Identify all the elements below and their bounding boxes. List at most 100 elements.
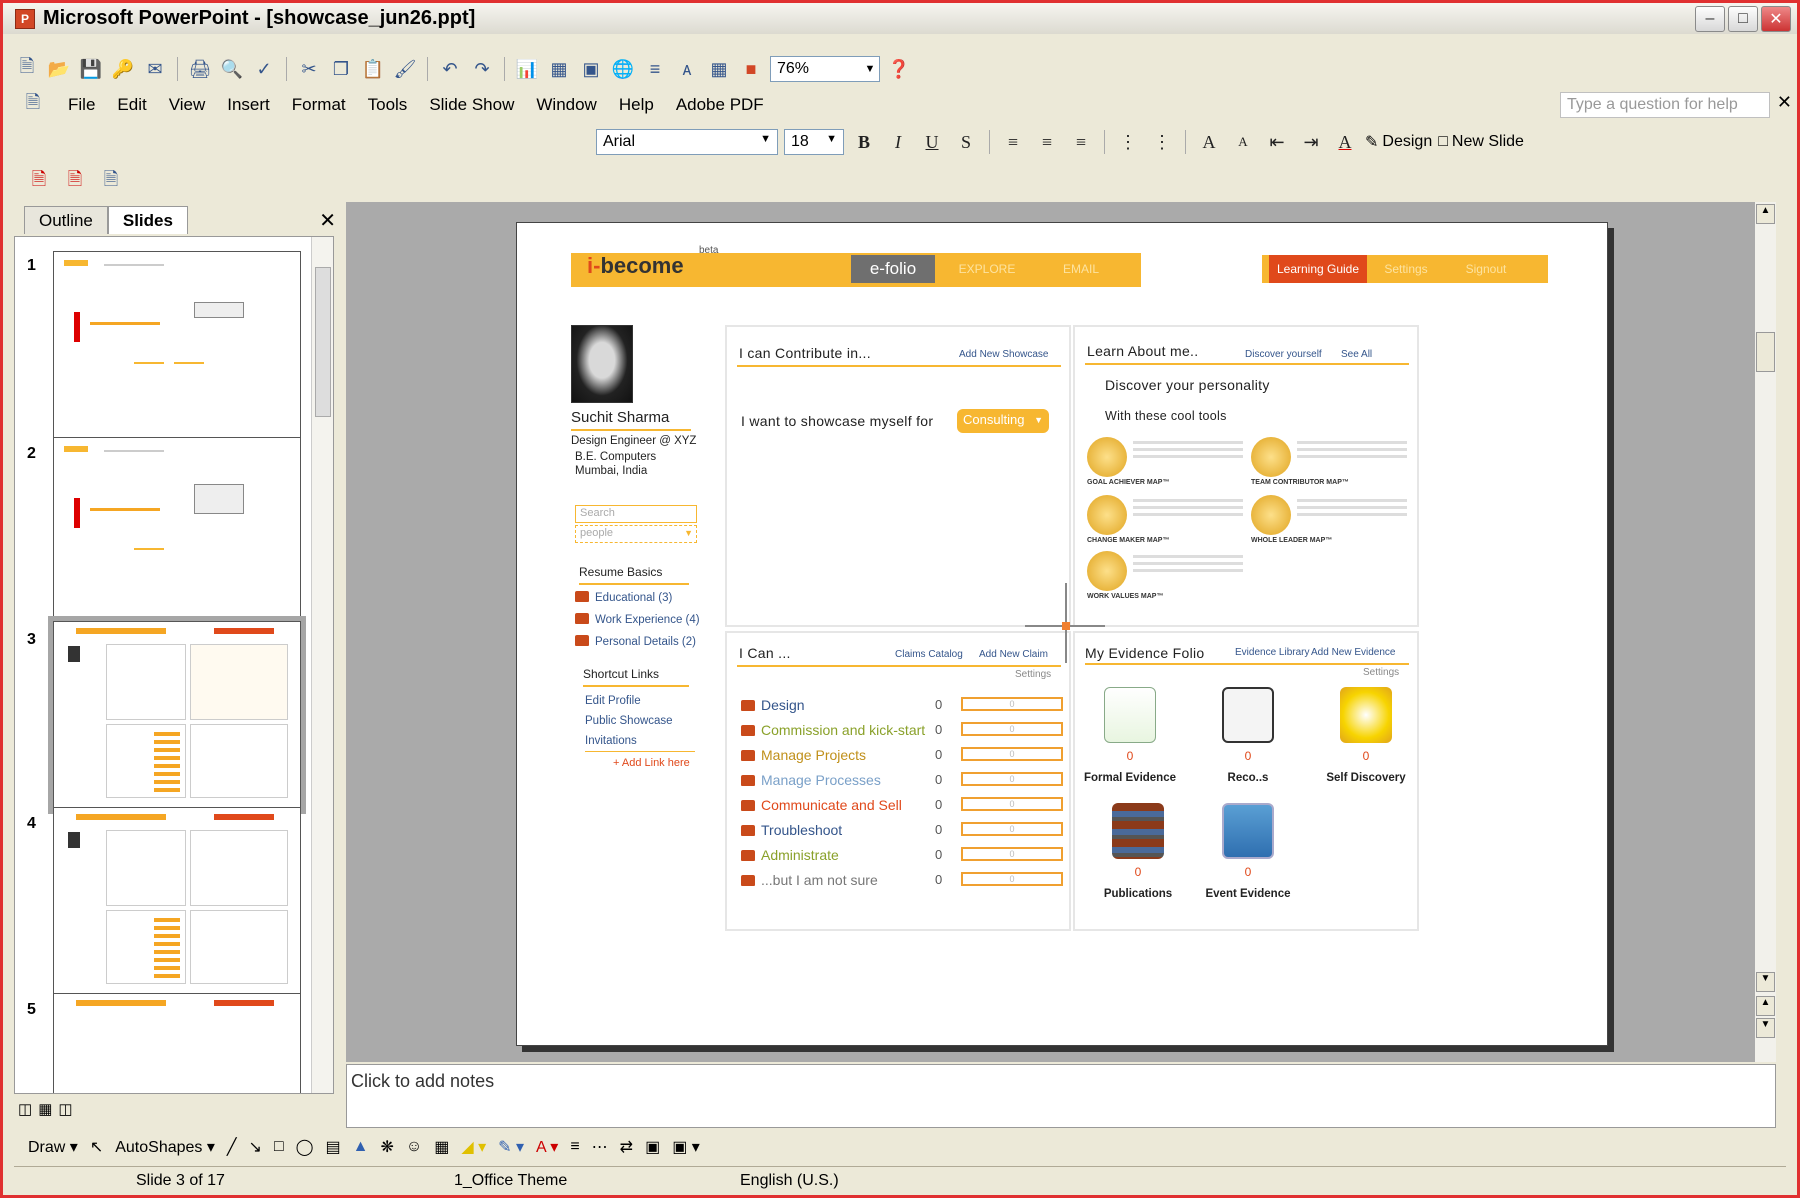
font-color-draw-icon[interactable]: A ▾ [536, 1137, 558, 1157]
format-painter-icon[interactable]: 🖌 [392, 56, 418, 82]
zoom-select[interactable]: 76% ▼ [770, 56, 880, 82]
menu-slide-show[interactable]: Slide Show [429, 95, 514, 115]
arrow-style-icon[interactable]: ⇄ [620, 1137, 633, 1157]
menu-tools[interactable]: Tools [368, 95, 408, 115]
menu-window[interactable]: Window [536, 95, 596, 115]
slide-thumbnail-1[interactable] [53, 251, 301, 439]
powerpoint-app-icon[interactable]: P [15, 8, 35, 29]
undo-icon[interactable]: ↶ [437, 56, 463, 82]
rectangle-icon[interactable]: □ [274, 1138, 284, 1156]
tab-slides[interactable]: Slides [107, 206, 188, 234]
grid-icon[interactable]: ▦ [706, 56, 732, 82]
insert-hyperlink-icon[interactable]: 🌐 [610, 56, 636, 82]
cut-icon[interactable]: ✂ [296, 56, 322, 82]
scroll-up-icon[interactable]: ▲ [1756, 204, 1775, 224]
diagram-icon[interactable]: ❋ [381, 1137, 394, 1157]
close-document-icon[interactable]: ✕ [1777, 92, 1792, 113]
maximize-button[interactable]: □ [1728, 6, 1758, 32]
notes-pane[interactable]: Click to add notes [346, 1064, 1776, 1128]
paste-icon[interactable]: 📋 [360, 56, 386, 82]
arrow-icon[interactable]: ↘ [249, 1137, 262, 1157]
font-size-select[interactable]: 18 ▼ [784, 129, 844, 155]
copy-icon[interactable]: ❐ [328, 56, 354, 82]
oval-icon[interactable]: ◯ [296, 1137, 314, 1157]
decrease-indent-icon[interactable]: ⇤ [1263, 128, 1291, 156]
help-icon[interactable]: ❓ [886, 56, 912, 82]
thumbnail-scrollbar[interactable] [311, 237, 333, 1093]
design-button[interactable]: ✎ Design [1365, 132, 1432, 152]
print-icon[interactable]: 🖨 [187, 56, 213, 82]
menu-format[interactable]: Format [292, 95, 346, 115]
line-color-icon[interactable]: ✎ ▾ [498, 1137, 524, 1157]
3d-style-icon[interactable]: ▣ ▾ [672, 1137, 700, 1157]
line-icon[interactable]: ╱ [227, 1137, 237, 1157]
next-slide-icon[interactable]: ▼ [1756, 1018, 1775, 1038]
select-pointer-icon[interactable]: ↖ [90, 1137, 103, 1157]
increase-font-icon[interactable]: A [1195, 128, 1223, 156]
slide-sorter-icon[interactable]: ▦ [38, 1100, 52, 1118]
save-icon[interactable]: 💾 [78, 56, 104, 82]
vertical-scrollbar[interactable]: ▲ ▼ ▲ ▼ [1754, 202, 1776, 1062]
new-icon[interactable]: 🗎 [14, 56, 40, 82]
menu-help[interactable]: Help [619, 95, 654, 115]
shadow-style-icon[interactable]: ▣ [645, 1137, 660, 1157]
underline-icon[interactable]: U [918, 128, 946, 156]
minimize-button[interactable]: – [1695, 6, 1725, 32]
spelling-icon[interactable]: ✓ [251, 56, 277, 82]
align-left-icon[interactable]: ≡ [999, 128, 1027, 156]
bullets-icon[interactable]: ⋮ [1148, 128, 1176, 156]
redo-icon[interactable]: ↷ [469, 56, 495, 82]
insert-table-icon[interactable]: ▦ [546, 56, 572, 82]
bold-icon[interactable]: B [850, 128, 878, 156]
close-button[interactable]: ✕ [1761, 6, 1791, 32]
dash-style-icon[interactable]: ⋯ [592, 1137, 608, 1157]
show-formatting-icon[interactable]: ᴀ [674, 56, 700, 82]
menu-adobe-pdf[interactable]: Adobe PDF [676, 95, 764, 115]
slide-show-icon[interactable]: ◫ [58, 1100, 72, 1118]
fill-color-icon[interactable]: ◢ ▾ [461, 1137, 486, 1157]
previous-slide-icon[interactable]: ▲ [1756, 996, 1775, 1016]
draw-menu[interactable]: Draw ▾ [28, 1137, 78, 1157]
color-grayscale-icon[interactable]: ■ [738, 56, 764, 82]
document-menu-icon[interactable]: 🗎 [20, 92, 46, 118]
expand-all-icon[interactable]: ≡ [642, 56, 668, 82]
italic-icon[interactable]: I [884, 128, 912, 156]
convert-pdf-icon[interactable]: 🗎 [26, 169, 52, 195]
font-select[interactable]: Arial ▼ [596, 129, 778, 155]
picture-insert-icon[interactable]: ▦ [434, 1137, 449, 1157]
open-icon[interactable]: 📂 [46, 56, 72, 82]
close-pane-icon[interactable]: ✕ [319, 208, 336, 233]
scroll-down-icon[interactable]: ▼ [1756, 972, 1775, 992]
shadow-icon[interactable]: S [952, 128, 980, 156]
scroll-thumb[interactable] [1756, 332, 1775, 372]
menu-file[interactable]: File [68, 95, 95, 115]
new-slide-button[interactable]: □ New Slide [1438, 133, 1524, 151]
tables-borders-icon[interactable]: ▣ [578, 56, 604, 82]
decrease-font-icon[interactable]: A [1229, 128, 1257, 156]
line-style-icon[interactable]: ≡ [570, 1138, 579, 1156]
tab-outline[interactable]: Outline [24, 206, 108, 234]
slide-thumbnail-3[interactable] [48, 616, 306, 814]
textbox-icon[interactable]: ▤ [326, 1137, 341, 1157]
align-right-icon[interactable]: ≡ [1067, 128, 1095, 156]
help-search-input[interactable]: Type a question for help [1560, 92, 1770, 118]
print-preview-icon[interactable]: 🔍 [219, 56, 245, 82]
email-icon[interactable]: ✉ [142, 56, 168, 82]
insert-chart-icon[interactable]: 📊 [514, 56, 540, 82]
font-color-icon[interactable]: A [1331, 128, 1359, 156]
wordart-icon[interactable]: ▲ [353, 1138, 369, 1156]
pdf-email-icon[interactable]: 🗎 [62, 169, 88, 195]
permission-icon[interactable]: 🔑 [110, 56, 136, 82]
menu-edit[interactable]: Edit [117, 95, 146, 115]
align-center-icon[interactable]: ≡ [1033, 128, 1061, 156]
menu-insert[interactable]: Insert [227, 95, 270, 115]
slide-thumbnail-4[interactable] [53, 807, 301, 995]
menu-view[interactable]: View [169, 95, 206, 115]
numbering-icon[interactable]: ⋮ [1114, 128, 1142, 156]
normal-view-icon[interactable]: ◫ [18, 1100, 32, 1118]
autoshapes-menu[interactable]: AutoShapes ▾ [115, 1137, 215, 1157]
clipart-icon[interactable]: ☺ [406, 1138, 422, 1156]
slide-thumbnail-2[interactable] [53, 437, 301, 625]
slide-canvas[interactable]: i-become beta e-folio EXPLORE EMAIL Lear… [516, 222, 1608, 1046]
review-icon[interactable]: 🗎 [98, 169, 124, 195]
